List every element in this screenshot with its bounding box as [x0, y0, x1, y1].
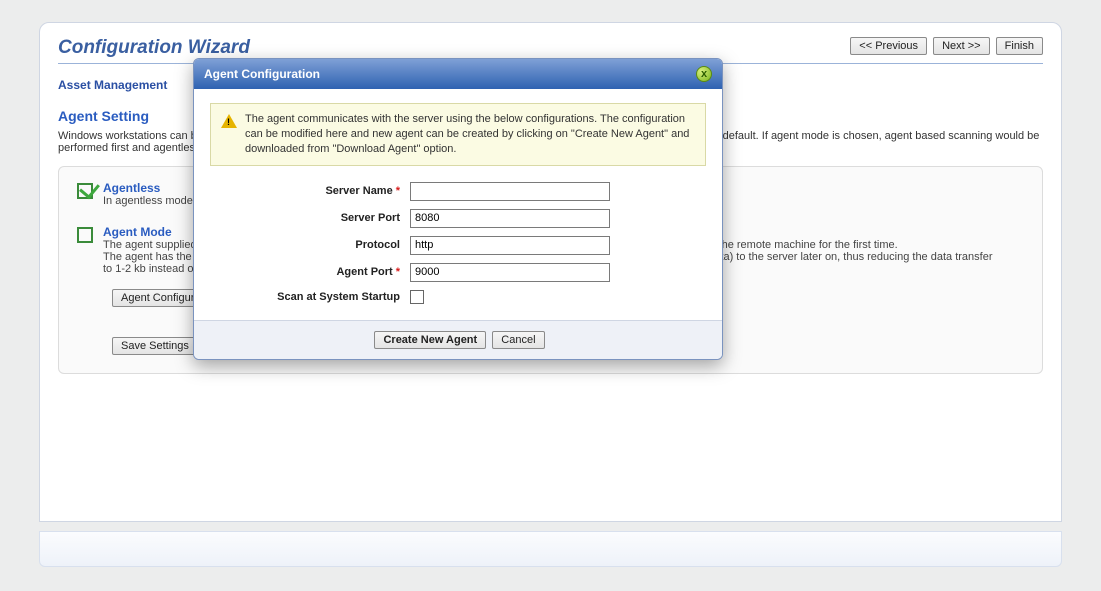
save-settings-button[interactable]: Save Settings	[112, 337, 198, 355]
wizard-nav-buttons: << Previous Next >> Finish	[847, 37, 1043, 55]
cancel-button[interactable]: Cancel	[492, 331, 544, 349]
close-icon[interactable]: x	[696, 66, 712, 82]
next-button[interactable]: Next >>	[933, 37, 990, 55]
previous-button[interactable]: << Previous	[850, 37, 927, 55]
dialog-info-text: The agent communicates with the server u…	[245, 112, 695, 157]
server-port-label: Server Port	[210, 212, 410, 224]
scan-startup-label: Scan at System Startup	[210, 291, 410, 303]
agent-port-label: Agent Port*	[210, 266, 410, 278]
create-new-agent-button[interactable]: Create New Agent	[374, 331, 486, 349]
dialog-info-box: The agent communicates with the server u…	[210, 103, 706, 166]
footer-strip	[39, 531, 1062, 567]
finish-button[interactable]: Finish	[996, 37, 1043, 55]
server-port-input[interactable]	[410, 209, 610, 228]
agent-port-input[interactable]	[410, 263, 610, 282]
server-name-label: Server Name*	[210, 185, 410, 197]
agentmode-checkbox[interactable]	[77, 227, 93, 243]
dialog-titlebar: Agent Configuration x	[194, 59, 722, 89]
server-name-input[interactable]	[410, 182, 610, 201]
dialog-footer: Create New Agent Cancel	[194, 320, 722, 359]
protocol-input[interactable]	[410, 236, 610, 255]
protocol-label: Protocol	[210, 239, 410, 251]
agent-configuration-dialog: Agent Configuration x The agent communic…	[193, 58, 723, 360]
dialog-title: Agent Configuration	[204, 67, 320, 81]
warning-icon	[221, 114, 237, 128]
scan-startup-checkbox[interactable]	[410, 290, 424, 304]
agentless-checkbox[interactable]	[77, 183, 93, 199]
